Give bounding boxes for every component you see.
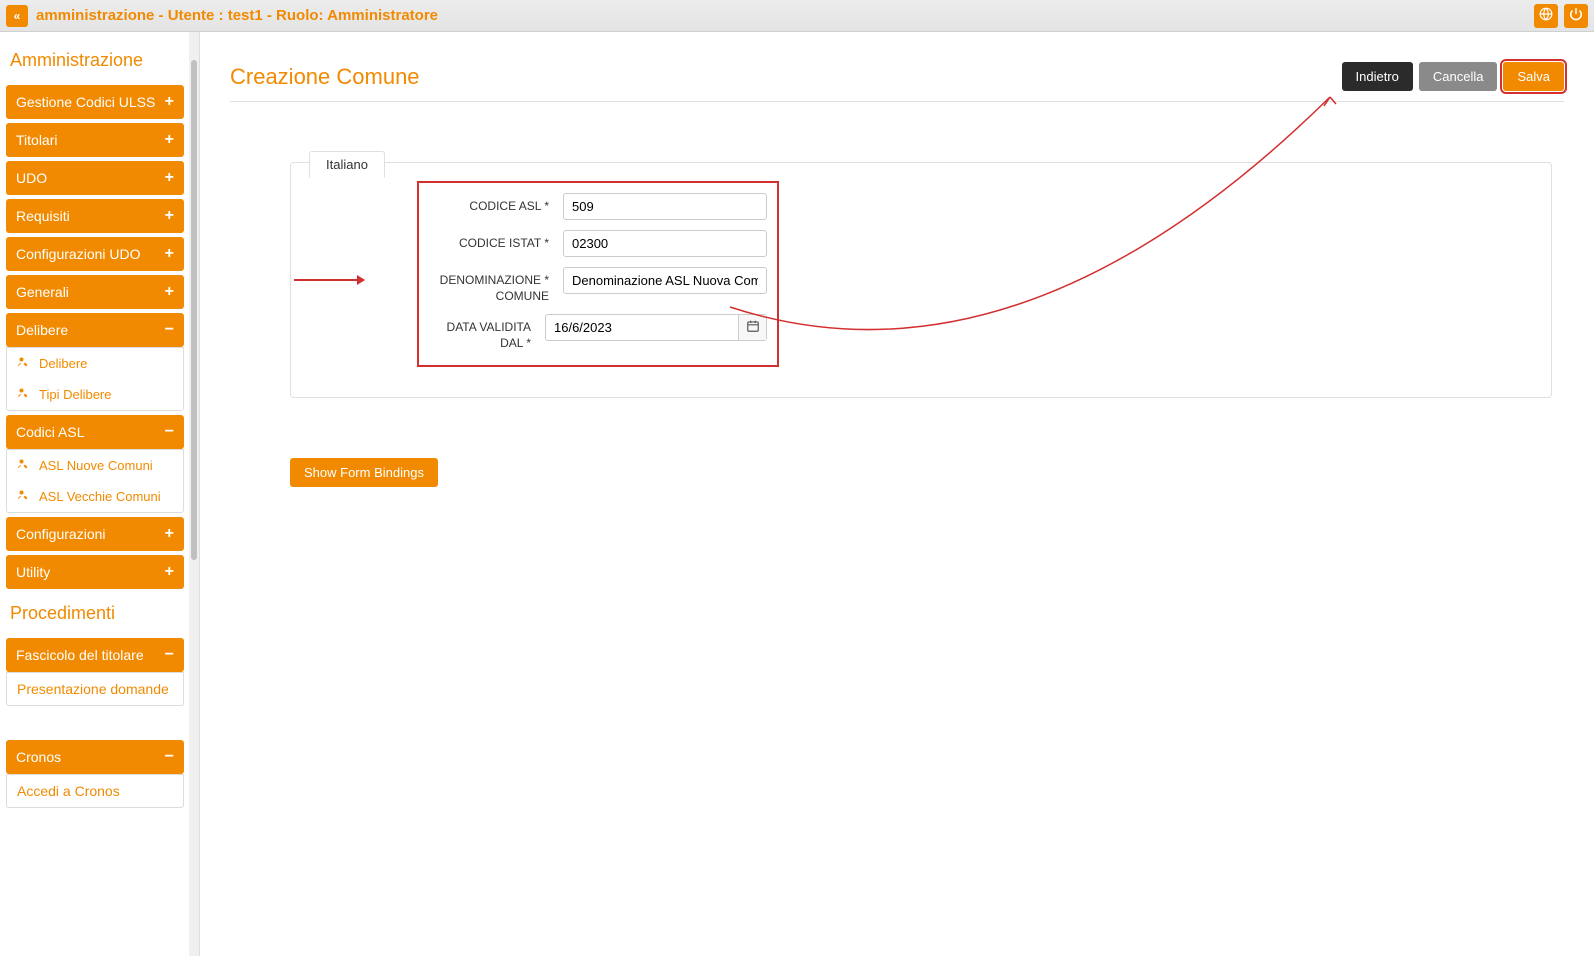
plus-icon: + [165,131,174,149]
user-edit-icon [17,387,31,402]
calendar-picker-button[interactable] [738,315,766,340]
plus-icon: + [165,563,174,581]
tab-italiano[interactable]: Italiano [309,151,385,178]
sidebar-item-label: Codici ASL [16,424,84,440]
sidebar-item-fascicolo[interactable]: Fascicolo del titolare − [6,638,184,672]
minus-icon: − [165,646,174,664]
minus-icon: − [165,423,174,441]
power-icon [1569,7,1583,24]
sidebar-item-titolari[interactable]: Titolari + [6,123,184,157]
sidebar-item-configurazioni[interactable]: Configurazioni + [6,517,184,551]
globe-button[interactable] [1534,4,1558,28]
sidebar-scrollbar[interactable] [189,32,199,956]
sidebar-child-presentazione-domande[interactable]: Presentazione domande [7,673,183,705]
sidebar-item-requisiti[interactable]: Requisiti + [6,199,184,233]
data-validita-input[interactable] [546,315,738,340]
save-button[interactable]: Salva [1503,62,1564,91]
sidebar-item-label: UDO [16,170,47,186]
plus-icon: + [165,283,174,301]
data-validita-label: DATA VALIDITA DAL * [429,314,531,351]
denominazione-label: DENOMINAZIONE * COMUNE [429,267,549,304]
sidebar-item-label: Fascicolo del titolare [16,647,144,663]
denominazione-input[interactable] [563,267,767,294]
codice-istat-label: CODICE ISTAT * [429,230,549,252]
breadcrumb: amministrazione - Utente : test1 - Ruolo… [36,7,1534,24]
sidebar-children-codici-asl: ASL Nuove Comuni ASL Vecchie Comuni [6,449,184,513]
sidebar-item-utility[interactable]: Utility + [6,555,184,589]
sidebar-child-label: Accedi a Cronos [17,783,120,799]
sidebar-children-fascicolo: Presentazione domande [6,672,184,706]
sidebar-item-gestione-codici-ulss[interactable]: Gestione Codici ULSS + [6,85,184,119]
sidebar-item-cronos[interactable]: Cronos − [6,740,184,774]
sidebar-child-label: ASL Vecchie Comuni [39,489,161,504]
sidebar-child-label: Presentazione domande [17,681,169,697]
sidebar-item-configurazioni-udo[interactable]: Configurazioni UDO + [6,237,184,271]
sidebar-item-label: Configurazioni [16,526,106,542]
sidebar-child-asl-nuove-comuni[interactable]: ASL Nuove Comuni [7,450,183,481]
sidebar-child-accedi-cronos[interactable]: Accedi a Cronos [7,775,183,807]
calendar-icon [746,319,760,336]
sidebar-child-tipi-delibere[interactable]: Tipi Delibere [7,379,183,410]
sidebar-child-delibere[interactable]: Delibere [7,348,183,379]
chevron-left-icon: « [14,9,21,23]
sidebar-child-label: Tipi Delibere [39,387,112,402]
sidebar-item-label: Utility [16,564,50,580]
user-edit-icon [17,489,31,504]
sidebar-section-procedimenti: Procedimenti [6,593,184,638]
sidebar-section-amministrazione: Amministrazione [6,40,184,85]
minus-icon: − [165,748,174,766]
sidebar-item-label: Configurazioni UDO [16,246,141,262]
user-edit-icon [17,356,31,371]
sidebar-children-cronos: Accedi a Cronos [6,774,184,808]
plus-icon: + [165,207,174,225]
sidebar-item-label: Titolari [16,132,58,148]
sidebar-item-label: Generali [16,284,69,300]
user-edit-icon [17,458,31,473]
sidebar-item-udo[interactable]: UDO + [6,161,184,195]
codice-asl-input[interactable] [563,193,767,220]
codice-istat-input[interactable] [563,230,767,257]
sidebar: Amministrazione Gestione Codici ULSS + T… [0,32,200,956]
plus-icon: + [165,169,174,187]
sidebar-item-label: Requisiti [16,208,70,224]
back-button[interactable]: Indietro [1342,62,1413,91]
main-content: Creazione Comune Indietro Cancella Salva… [200,32,1594,956]
show-form-bindings-button[interactable]: Show Form Bindings [290,458,438,487]
sidebar-item-label: Cronos [16,749,61,765]
globe-icon [1539,7,1553,24]
sidebar-item-label: Gestione Codici ULSS [16,94,155,110]
topbar: « amministrazione - Utente : test1 - Ruo… [0,0,1594,32]
power-button[interactable] [1564,4,1588,28]
sidebar-item-codici-asl[interactable]: Codici ASL − [6,415,184,449]
sidebar-child-asl-vecchie-comuni[interactable]: ASL Vecchie Comuni [7,481,183,512]
form-highlighted-region: CODICE ASL * CODICE ISTAT * DENOMINAZION… [417,181,779,367]
divider [230,101,1564,102]
codice-asl-label: CODICE ASL * [429,193,549,215]
plus-icon: + [165,93,174,111]
plus-icon: + [165,525,174,543]
sidebar-item-label: Delibere [16,322,68,338]
scrollbar-thumb[interactable] [191,60,197,560]
plus-icon: + [165,245,174,263]
page-title: Creazione Comune [230,64,420,90]
sidebar-item-delibere[interactable]: Delibere − [6,313,184,347]
sidebar-collapse-button[interactable]: « [6,5,28,27]
sidebar-child-label: Delibere [39,356,87,371]
sidebar-item-generali[interactable]: Generali + [6,275,184,309]
sidebar-child-label: ASL Nuove Comuni [39,458,153,473]
sidebar-children-delibere: Delibere Tipi Delibere [6,347,184,411]
form-card: Italiano CODICE ASL * CODICE ISTAT * DEN… [290,162,1552,398]
minus-icon: − [165,321,174,339]
cancel-button[interactable]: Cancella [1419,62,1498,91]
